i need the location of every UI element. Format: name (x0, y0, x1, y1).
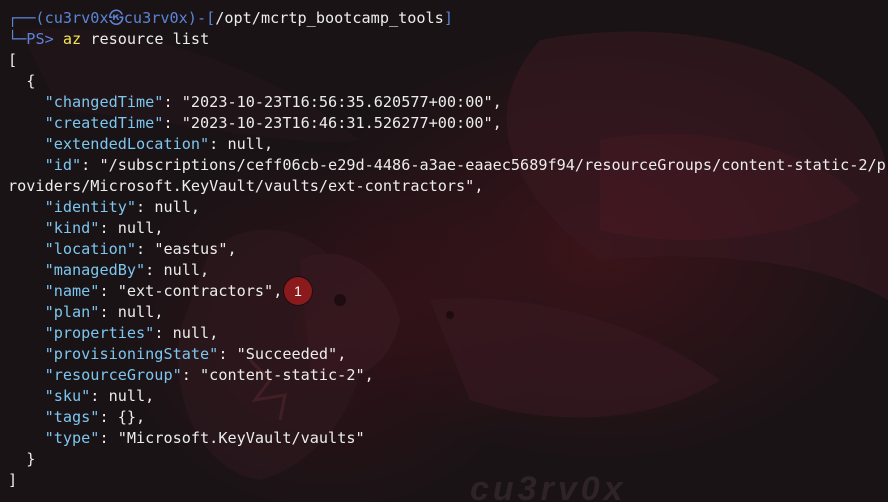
json-field-continuation: roviders/Microsoft.KeyVault/vaults/ext-c… (8, 176, 884, 197)
ps-label: PS> (26, 30, 54, 48)
json-value: "2023-10-23T16:56:35.620577+00:00" (181, 93, 493, 111)
json-open-brace: { (8, 71, 884, 92)
json-value: "ext-contractors" (117, 282, 274, 300)
json-key: "properties" (44, 324, 155, 342)
json-separator: , (200, 261, 210, 279)
json-key: "provisioningState" (44, 345, 219, 363)
json-value: null (108, 387, 146, 405)
open-brace: { (26, 72, 36, 90)
json-field-line: "managedBy": null, (44, 261, 210, 279)
json-key: "name" (44, 282, 100, 300)
prompt-host: cu3rv0x (123, 9, 188, 27)
json-key: "changedTime" (44, 93, 164, 111)
json-close-brace: } (8, 449, 884, 470)
json-value: null (117, 219, 155, 237)
json-key: "identity" (44, 198, 137, 216)
json-key: "extendedLocation" (44, 135, 210, 153)
command-args: resource list (90, 30, 210, 48)
json-field-line: "resourceGroup": "content-static-2", (44, 366, 374, 384)
json-separator: , (492, 114, 502, 132)
json-fields: "changedTime": "2023-10-23T16:56:35.6205… (8, 92, 886, 449)
json-value: roviders/Microsoft.KeyVault/vaults/ext-c… (8, 177, 475, 195)
json-value: {} (117, 408, 137, 426)
json-field-line: "kind": null, (44, 219, 164, 237)
json-value: "content-static-2" (200, 366, 365, 384)
json-separator: , (154, 303, 164, 321)
json-separator: , (492, 93, 502, 111)
terminal-window[interactable]: cu3rv0x ┌──(cu3rv0x㉿cu3rv0x)-[/opt/mcrtp… (0, 0, 888, 502)
json-key: "type" (44, 429, 100, 447)
json-separator: , (154, 219, 164, 237)
json-value: null (172, 324, 210, 342)
close-brace: } (26, 450, 36, 468)
json-separator: , (264, 135, 274, 153)
json-separator: , (273, 282, 283, 300)
json-field-line: "extendedLocation": null, (44, 135, 274, 153)
json-separator: , (145, 387, 155, 405)
prompt-user: cu3rv0x (44, 9, 109, 27)
terminal-output: ┌──(cu3rv0x㉿cu3rv0x)-[/opt/mcrtp_bootcam… (8, 8, 886, 491)
json-field-line: "type": "Microsoft.KeyVault/vaults" (44, 429, 365, 447)
json-separator: , (364, 366, 374, 384)
json-value: "/subscriptions/ceff06cb-e29d-4486-a3ae-… (99, 156, 886, 174)
json-separator: , (474, 177, 484, 195)
json-field-line: "id": "/subscriptions/ceff06cb-e29d-4486… (44, 156, 886, 174)
json-key: "createdTime" (44, 114, 164, 132)
json-field-line: "changedTime": "2023-10-23T16:56:35.6205… (44, 93, 502, 111)
json-field-line: "plan": null, (44, 303, 164, 321)
json-separator: , (227, 240, 237, 258)
json-value: "Succeeded" (236, 345, 338, 363)
json-value: "eastus" (154, 240, 228, 258)
json-key: "tags" (44, 408, 100, 426)
json-key: "resourceGroup" (44, 366, 182, 384)
json-field-line: "identity": null, (44, 198, 201, 216)
prompt-at-symbol: ㉿ (108, 9, 124, 27)
json-separator: , (337, 345, 347, 363)
json-close-bracket: ] (8, 470, 884, 491)
close-bracket: ] (8, 471, 18, 489)
json-value: null (227, 135, 265, 153)
json-key: "managedBy" (44, 261, 146, 279)
prompt-corner: ┌──( (8, 9, 45, 27)
json-key: "sku" (44, 387, 91, 405)
json-key: "location" (44, 240, 137, 258)
json-value: null (117, 303, 155, 321)
prompt-corner-bottom: └─ (8, 30, 27, 48)
json-field-line: "provisioningState": "Succeeded", (44, 345, 347, 363)
json-value: "Microsoft.KeyVault/vaults" (117, 429, 365, 447)
json-key: "kind" (44, 219, 100, 237)
json-field-line: "createdTime": "2023-10-23T16:46:31.5262… (44, 114, 502, 132)
prompt-bracket-end: ] (443, 9, 453, 27)
json-separator: , (209, 324, 219, 342)
json-separator: , (136, 408, 146, 426)
json-value: null (154, 198, 191, 216)
json-field-line: "name": "ext-contractors", (44, 282, 283, 300)
prompt-line: ┌──(cu3rv0x㉿cu3rv0x)-[/opt/mcrtp_bootcam… (8, 8, 884, 29)
annotation-marker: 1 (284, 277, 312, 305)
json-open-bracket: [ (8, 50, 884, 71)
json-key: "plan" (44, 303, 100, 321)
json-field-line: "tags": {}, (44, 408, 146, 426)
prompt-bracket: )-[ (187, 9, 216, 27)
json-value: "2023-10-23T16:46:31.526277+00:00" (181, 114, 493, 132)
prompt-path: /opt/mcrtp_bootcamp_tools (215, 9, 444, 27)
command-name: az (62, 30, 82, 48)
command-line[interactable]: └─PS> az resource list (8, 29, 884, 50)
json-field-line: "properties": null, (44, 324, 219, 342)
json-field-line: "sku": null, (44, 387, 155, 405)
json-separator: , (190, 198, 201, 216)
json-key: "id" (44, 156, 82, 174)
open-bracket: [ (8, 51, 18, 69)
json-field-line: "location": "eastus", (44, 240, 237, 258)
json-value: null (163, 261, 201, 279)
